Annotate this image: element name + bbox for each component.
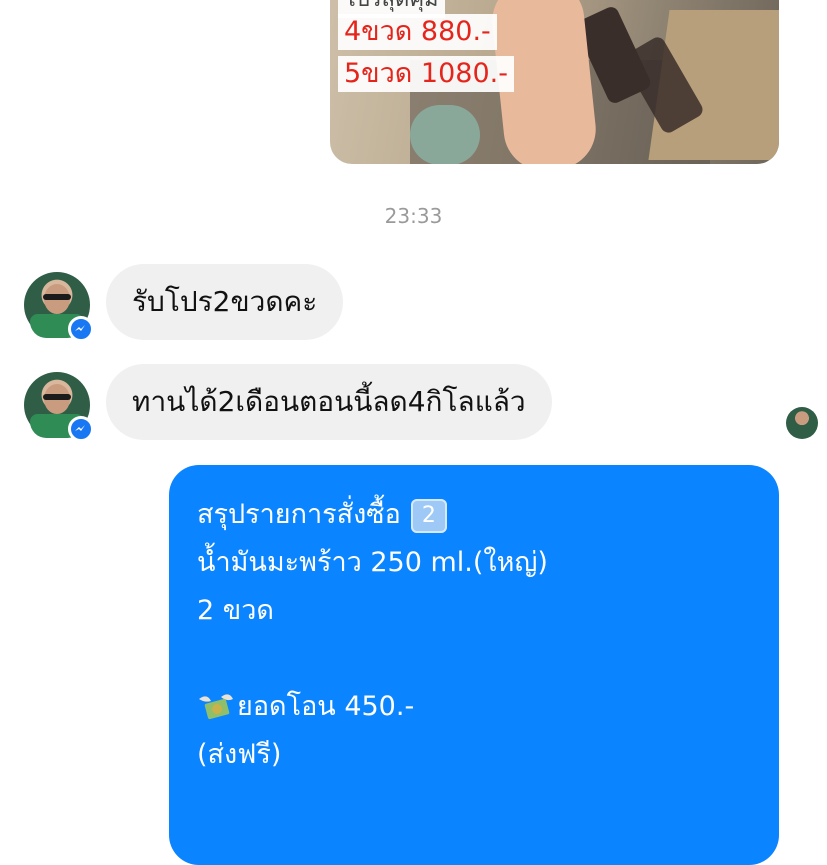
image-message[interactable]: โปรสุดคุ้ม 4ขวด 880.- 5ขวด 1080.- — [330, 0, 779, 164]
order-title-line: สรุปรายการสั่งซื้อ 2 — [197, 491, 751, 539]
message-timestamp: 23:33 — [384, 204, 443, 228]
shipping-line: (ส่งฟรี) — [197, 739, 282, 770]
quantity-line: 2 ขวด — [197, 595, 274, 626]
contact-avatar[interactable] — [24, 272, 94, 342]
messenger-icon — [68, 416, 94, 442]
jar — [410, 105, 480, 164]
contact-avatar[interactable] — [24, 372, 94, 442]
price-line-5: 5ขวด 1080.- — [338, 56, 514, 92]
read-receipt-avatar — [786, 407, 818, 439]
order-title: สรุปรายการสั่งซื้อ — [197, 499, 401, 530]
product-line: น้ำมันมะพร้าว 250 ml.(ใหญ่) — [197, 547, 548, 578]
messenger-icon — [68, 316, 94, 342]
outgoing-message[interactable]: สรุปรายการสั่งซื้อ 2 น้ำมันมะพร้าว 250 ml… — [169, 465, 779, 865]
money-with-wings-icon — [197, 691, 235, 725]
keycap-two-icon: 2 — [410, 498, 447, 533]
price-line-4: 4ขวด 880.- — [338, 14, 497, 50]
transfer-amount: ยอดโอน 450.- — [237, 691, 415, 722]
incoming-message[interactable]: รับโปร2ขวดคะ — [106, 264, 344, 340]
transfer-line: ยอดโอน 450.- — [197, 683, 751, 731]
incoming-message[interactable]: ทานได้2เดือนตอนนี้ลด4กิโลแล้ว — [106, 364, 552, 440]
